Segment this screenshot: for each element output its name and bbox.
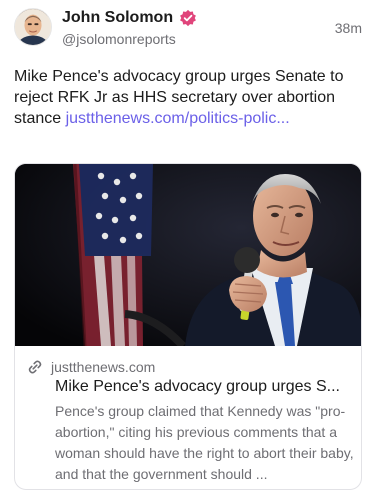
- link-description: Pence's group claimed that Kennedy was "…: [55, 403, 354, 482]
- post-body: Mike Pence's advocacy group urges Senate…: [14, 66, 359, 129]
- link-domain: justthenews.com: [51, 359, 156, 375]
- avatar[interactable]: [14, 8, 52, 46]
- link-icon: [27, 359, 43, 375]
- post-link[interactable]: justthenews.com/politics-polic...: [66, 110, 290, 127]
- link-title[interactable]: Mike Pence's advocacy group urges S...: [55, 376, 355, 397]
- link-preview-image[interactable]: [15, 164, 361, 346]
- author-name-row: John Solomon: [62, 8, 197, 28]
- post-timestamp[interactable]: 38m: [335, 19, 362, 37]
- link-domain-row: justthenews.com: [27, 358, 155, 376]
- post: John Solomon @jsolomonreports 38m Mike P…: [0, 0, 376, 500]
- verified-badge-icon: [179, 9, 197, 27]
- link-preview-card[interactable]: justthenews.com Mike Pence's advocacy gr…: [14, 163, 362, 490]
- author-name[interactable]: John Solomon: [62, 8, 173, 28]
- author-handle[interactable]: @jsolomonreports: [62, 30, 176, 48]
